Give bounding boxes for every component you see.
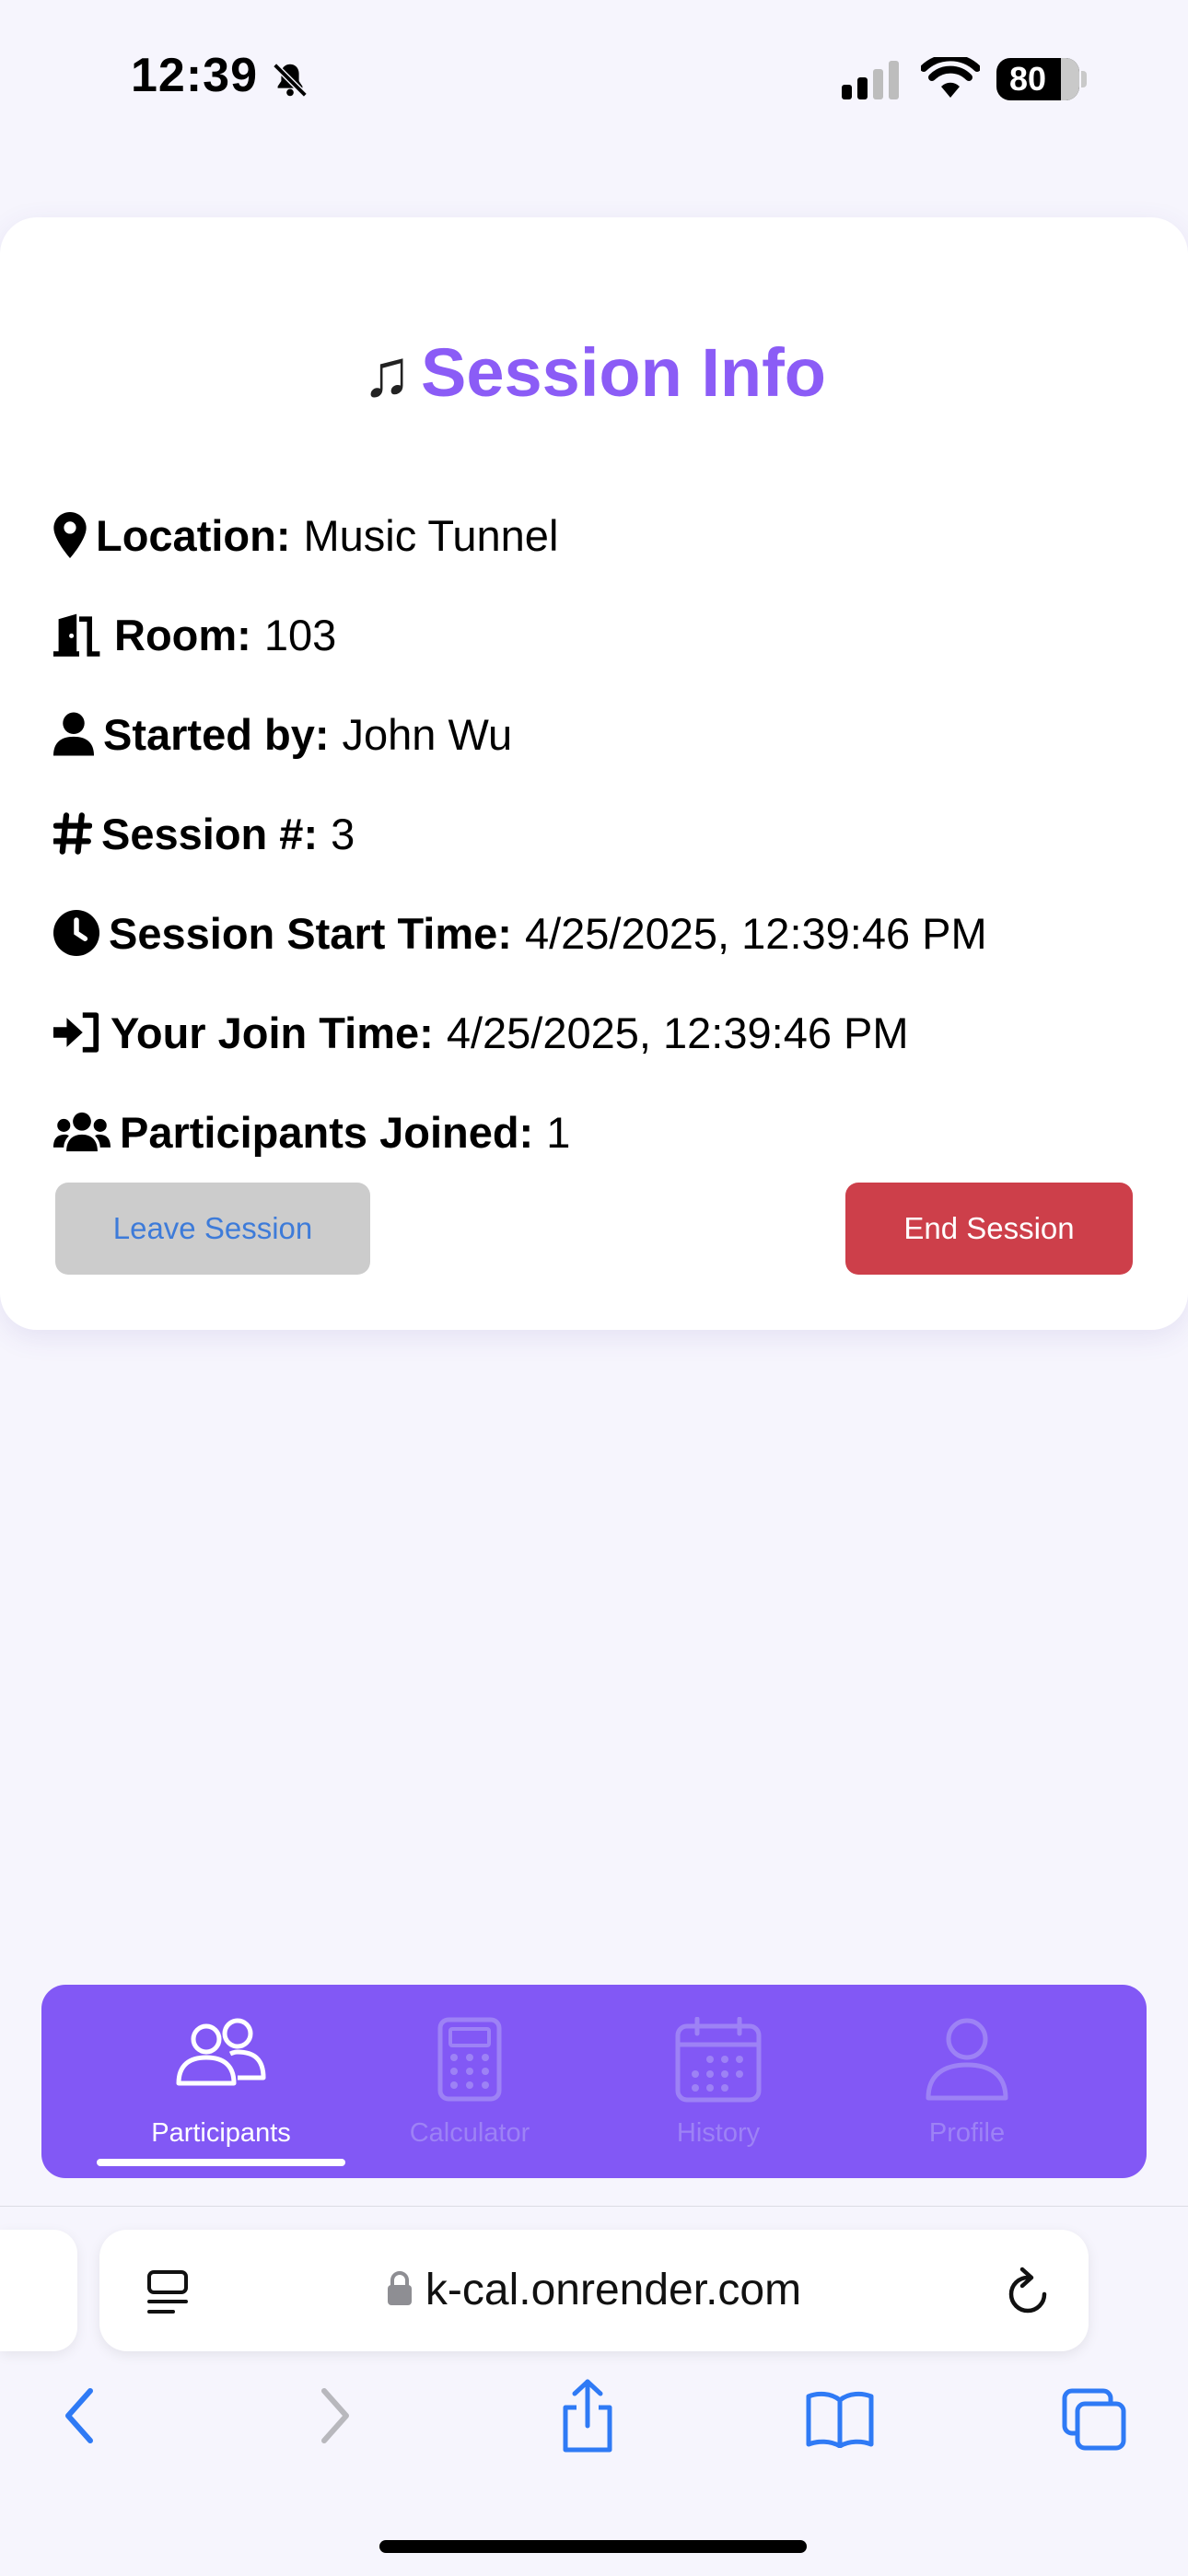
status-bar: 12:39 80 xyxy=(0,0,1188,161)
calendar-icon xyxy=(675,2017,762,2103)
battery-indicator: 80 xyxy=(996,58,1079,100)
url-display[interactable]: k-cal.onrender.com xyxy=(99,2265,1089,2315)
music-note-icon: ♫ xyxy=(362,337,413,411)
users-group-icon xyxy=(53,1111,111,1153)
users-icon xyxy=(176,2018,266,2086)
nav-label-history: History xyxy=(676,2118,761,2148)
participants-joined-row: Participants Joined: 1 xyxy=(53,1100,570,1164)
room-value: 103 xyxy=(263,610,337,659)
started-by-row: Started by: John Wu xyxy=(53,702,512,766)
cellular-signal-icon xyxy=(842,61,899,99)
door-icon xyxy=(53,612,105,657)
hash-icon xyxy=(53,812,92,855)
wifi-icon xyxy=(921,57,980,98)
session-start-value: 4/25/2025, 12:39:46 PM xyxy=(524,908,987,958)
sign-in-icon xyxy=(53,1012,101,1053)
nav-label-calculator: Calculator xyxy=(409,2118,530,2148)
location-value: Music Tunnel xyxy=(303,510,559,560)
session-start-label: Session Start Time: xyxy=(109,908,512,958)
home-indicator xyxy=(379,2540,807,2553)
participants-joined-label: Participants Joined: xyxy=(120,1107,534,1157)
battery-cap xyxy=(1081,71,1087,87)
end-session-button[interactable]: End Session xyxy=(845,1183,1133,1275)
reload-icon[interactable] xyxy=(1004,2267,1052,2318)
nav-active-indicator xyxy=(97,2159,345,2166)
clock-icon xyxy=(53,910,99,956)
room-row: Room: 103 xyxy=(53,602,336,667)
user-profile-icon xyxy=(926,2018,1008,2101)
back-icon[interactable] xyxy=(61,2385,98,2446)
bookmarks-icon[interactable] xyxy=(805,2391,875,2448)
room-label: Room: xyxy=(114,610,251,659)
lock-icon xyxy=(387,2271,412,2306)
map-pin-icon xyxy=(53,512,87,558)
join-time-value: 4/25/2025, 12:39:46 PM xyxy=(446,1008,909,1057)
location-row: Location: Music Tunnel xyxy=(53,503,558,567)
session-number-value: 3 xyxy=(331,809,355,858)
join-time-row: Your Join Time: 4/25/2025, 12:39:46 PM xyxy=(53,1000,909,1065)
tabs-icon[interactable] xyxy=(1061,2387,1127,2452)
session-number-label: Session #: xyxy=(101,809,319,858)
location-label: Location: xyxy=(96,510,291,560)
started-by-value: John Wu xyxy=(342,709,513,759)
nav-item-history[interactable]: History xyxy=(594,1985,843,2178)
nav-label-profile: Profile xyxy=(928,2118,1006,2148)
nav-item-participants[interactable]: Participants xyxy=(97,1985,345,2178)
nav-item-calculator[interactable]: Calculator xyxy=(345,1985,594,2178)
leave-session-button[interactable]: Leave Session xyxy=(55,1183,370,1275)
session-start-row: Session Start Time: 4/25/2025, 12:39:46 … xyxy=(53,901,987,965)
previous-tab-preview[interactable] xyxy=(0,2230,77,2351)
user-icon xyxy=(53,712,94,756)
bell-muted-icon xyxy=(273,63,308,98)
address-bar[interactable]: k-cal.onrender.com xyxy=(99,2230,1089,2351)
nav-item-profile[interactable]: Profile xyxy=(843,1985,1091,2178)
session-info-title: ♫ Session Info xyxy=(362,334,826,411)
started-by-label: Started by: xyxy=(103,709,330,759)
bottom-nav-bar: Participants Calculator History Profile xyxy=(41,1985,1147,2178)
session-number-row: Session #: 3 xyxy=(53,801,355,866)
url-text: k-cal.onrender.com xyxy=(425,2266,802,2314)
session-info-card: ♫ Session Info Location: Music Tunnel Roo… xyxy=(0,217,1188,1330)
participants-joined-value: 1 xyxy=(546,1107,571,1157)
calculator-icon xyxy=(437,2017,502,2102)
join-time-label: Your Join Time: xyxy=(111,1008,434,1057)
forward-icon[interactable] xyxy=(317,2385,354,2446)
status-time: 12:39 xyxy=(131,49,258,102)
nav-label-participants: Participants xyxy=(151,2118,291,2148)
share-icon[interactable] xyxy=(558,2378,617,2455)
